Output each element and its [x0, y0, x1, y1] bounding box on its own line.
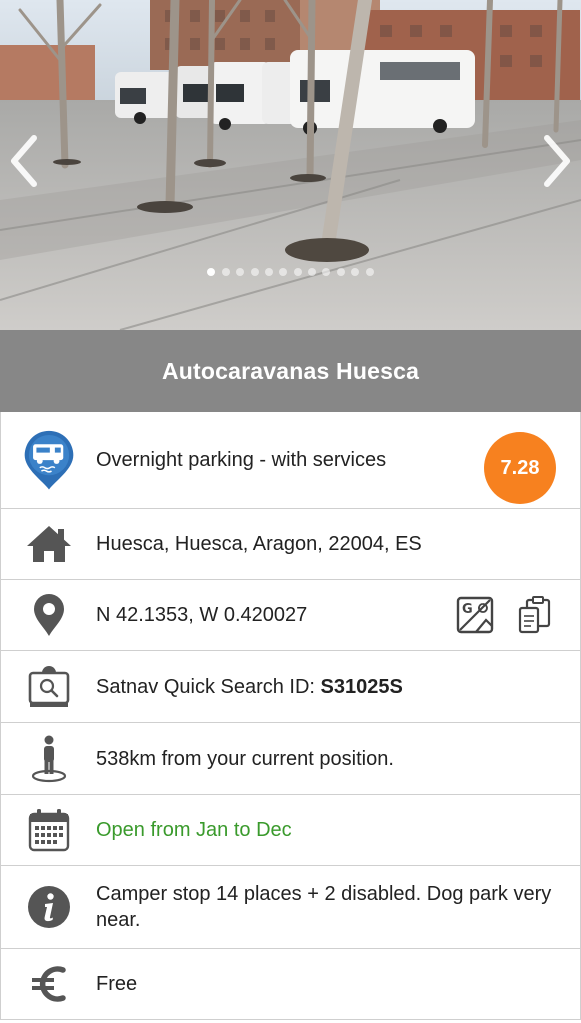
gallery-dot[interactable]: [308, 268, 317, 276]
gallery-dot[interactable]: [236, 268, 245, 276]
home-icon: [23, 518, 75, 570]
gallery-dot[interactable]: [221, 268, 230, 276]
google-maps-icon: G: [456, 596, 494, 634]
satnav-icon: [23, 661, 75, 713]
gallery-dot[interactable]: [322, 268, 331, 276]
calendar-icon: [23, 804, 75, 856]
address-text: Huesca, Huesca, Aragon, 22004, ES: [96, 533, 422, 555]
info-icon: [23, 881, 75, 933]
svg-text:G: G: [462, 602, 473, 617]
price-row: Free: [1, 949, 580, 1020]
gallery-dot[interactable]: [279, 268, 288, 276]
gallery-dot[interactable]: [293, 268, 302, 276]
gallery-dot[interactable]: [264, 268, 273, 276]
opening-row: Open from Jan to Dec: [1, 795, 580, 866]
copy-coordinates-button[interactable]: [516, 596, 554, 634]
gallery-dot[interactable]: [336, 268, 345, 276]
chevron-left-icon: [11, 135, 37, 187]
next-photo-button[interactable]: [537, 132, 577, 190]
address-row: Huesca, Huesca, Aragon, 22004, ES: [1, 509, 580, 580]
satnav-label: Satnav Quick Search ID:: [96, 675, 321, 698]
euro-icon: [23, 958, 75, 1010]
description-row: Camper stop 14 places + 2 disabled. Dog …: [1, 866, 580, 949]
coordinates-row: N 42.1353, W 0.420027 G: [1, 580, 580, 651]
price-text: Free: [96, 973, 138, 995]
place-title: Autocaravanas Huesca: [161, 357, 420, 384]
rating-badge[interactable]: 7.28: [484, 432, 556, 504]
coordinate-actions: G: [456, 596, 554, 634]
distance-text: 538km from your current position.: [96, 747, 394, 770]
satnav-text: Satnav Quick Search ID: S31025S: [96, 674, 403, 700]
gallery-dot[interactable]: [365, 268, 374, 276]
opening-text: Open from Jan to Dec: [96, 819, 292, 841]
place-details-list: Overnight parking - with services 7.28 H…: [0, 412, 581, 1020]
clipboard-copy-icon: [518, 596, 551, 634]
satnav-row: Satnav Quick Search ID: S31025S: [1, 651, 580, 723]
satnav-id: S31025S: [320, 675, 403, 698]
chevron-right-icon: [544, 135, 570, 187]
gallery-dot[interactable]: [207, 268, 216, 276]
camper-pin-icon: [23, 430, 75, 490]
place-type-row: Overnight parking - with services 7.28: [1, 412, 580, 509]
gallery-dot[interactable]: [351, 268, 360, 276]
place-type-text: Overnight parking - with services: [96, 449, 387, 471]
map-pin-icon: [23, 589, 75, 641]
photo-gallery[interactable]: [0, 0, 581, 330]
title-band: Autocaravanas Huesca: [0, 330, 581, 412]
campsite-photo: [0, 0, 581, 330]
gallery-dot[interactable]: [250, 268, 259, 276]
open-in-maps-button[interactable]: G: [456, 596, 494, 634]
previous-photo-button[interactable]: [4, 132, 44, 190]
gallery-pagination: [0, 268, 581, 280]
description-text: Camper stop 14 places + 2 disabled. Dog …: [96, 883, 552, 931]
person-location-icon: [23, 733, 75, 785]
distance-row: 538km from your current position.: [1, 723, 580, 795]
coordinates-text: N 42.1353, W 0.420027: [96, 604, 308, 626]
